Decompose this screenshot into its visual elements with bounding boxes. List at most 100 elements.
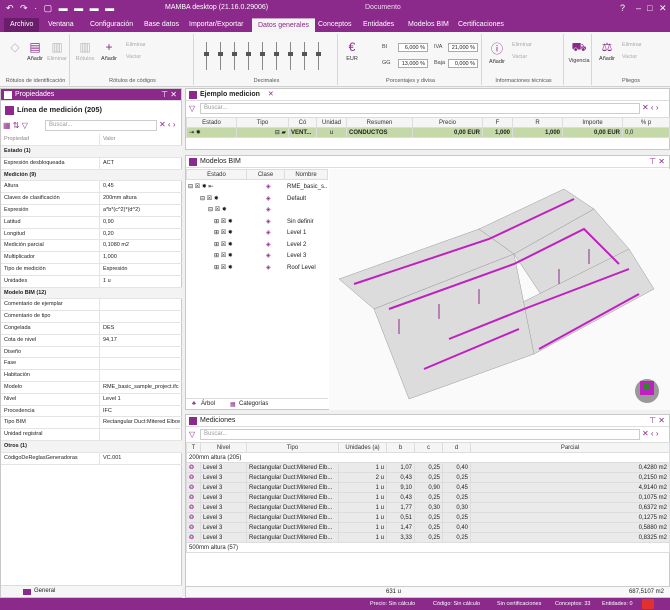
property-row[interactable]: Medición (9) xyxy=(1,169,182,182)
props-search-clear[interactable]: ✕ ‹ › xyxy=(159,120,175,129)
property-value[interactable]: 1 u xyxy=(103,276,180,287)
tree-row[interactable]: ⊞ ☒ ✸ ◈ Sin definir xyxy=(186,217,328,228)
property-row[interactable]: Altura 0,45 xyxy=(1,181,182,194)
decimal-slider[interactable] xyxy=(246,42,254,70)
col-nombre[interactable]: Nombre xyxy=(284,169,328,180)
filter-icon[interactable]: ▽ xyxy=(189,104,195,113)
property-row[interactable]: Multiplicador 1,000 xyxy=(1,252,182,264)
med-search-input[interactable]: Buscar... xyxy=(200,429,640,440)
property-row[interactable]: CódigoDeReglasGeneradoras VC.001 xyxy=(1,452,182,465)
tab-modelos-bim[interactable]: Modelos BIM xyxy=(402,18,455,32)
property-row[interactable]: Unidad registral xyxy=(1,429,182,441)
table-row[interactable]: ⇥ ✸ ⊟ ▰ VENT... u CONDUCTOS 0,00 EUR 1,0… xyxy=(186,127,670,138)
tree-row[interactable]: ⊟ ☒ ✸ ◈ xyxy=(186,205,328,216)
col-estado[interactable]: Estado xyxy=(186,169,247,180)
property-row[interactable]: Latitud 0,90 xyxy=(1,216,182,229)
delete-pliego-button[interactable]: Eliminar xyxy=(622,42,666,48)
decimal-slider[interactable] xyxy=(302,42,310,70)
tree-toggle-icons[interactable]: ⊞ ☒ ✸ xyxy=(214,217,233,228)
props-search-input[interactable]: Buscar... xyxy=(45,120,157,131)
property-value[interactable]: a*b*(c^2)*(d^2) xyxy=(103,205,180,216)
quick-access-toolbar[interactable]: ↶ ↷ · ▢ ▬ ▬ ▬ ▬ xyxy=(6,3,116,14)
property-value[interactable]: 0,20 xyxy=(103,229,180,240)
col-clase[interactable]: Clase xyxy=(246,169,285,180)
vigencia-button[interactable]: ⛟ Vigencia xyxy=(567,40,591,64)
view-cube-icon[interactable] xyxy=(635,379,659,403)
tree-toggle-icons[interactable]: ⊞ ☒ ✸ xyxy=(214,228,233,239)
rotulos-button[interactable]: ▥ Rótulos xyxy=(74,40,96,62)
table-row[interactable]: ❂ Level 3 Rectangular Duct:Mitered Elb... 1… xyxy=(186,532,670,543)
property-value[interactable]: IFC xyxy=(103,406,180,417)
property-value[interactable]: Level 1 xyxy=(103,394,180,405)
tree-toggle-icons[interactable]: ⊟ ☒ ✸ ⇤ xyxy=(188,182,213,193)
tab-conceptos[interactable]: Conceptos xyxy=(312,18,357,32)
tab-certificaciones[interactable]: Certificaciones xyxy=(452,18,510,32)
col-r[interactable]: R xyxy=(512,117,563,128)
tree-toggle-icons[interactable]: ⊞ ☒ ✸ xyxy=(214,251,233,262)
property-value[interactable]: 94,17 xyxy=(103,335,180,346)
col-d[interactable]: d xyxy=(442,442,471,453)
property-value[interactable]: 200mm altura xyxy=(103,193,180,204)
col-t[interactable]: T xyxy=(186,442,201,453)
tab-categorias[interactable]: Categorías xyxy=(239,401,268,407)
clear-pliego-button[interactable]: Vaciar xyxy=(622,54,666,60)
table-row[interactable]: ❂ Level 3 Rectangular Duct:Mitered Elb... 2… xyxy=(186,472,670,483)
tag-button[interactable]: ◇ xyxy=(6,40,24,56)
delete-codigo-button[interactable]: Eliminar xyxy=(126,42,160,48)
tree-row[interactable]: ⊞ ☒ ✸ ◈ Roof Level xyxy=(186,263,328,274)
property-value[interactable]: DES xyxy=(103,323,180,334)
tree-toggle-icons[interactable]: ⊞ ☒ ✸ xyxy=(214,240,233,251)
maximize-button[interactable]: □ xyxy=(647,3,652,13)
col-pct[interactable]: % p xyxy=(622,117,670,128)
table-row[interactable]: ❂ Level 3 Rectangular Duct:Mitered Elb... 1… xyxy=(186,482,670,493)
property-row[interactable]: Comentario de ejemplar xyxy=(1,299,182,312)
property-row[interactable]: Expresión a*b*(c^2)*(d^2) xyxy=(1,205,182,217)
pin-close-icon[interactable]: ⊤ ✕ xyxy=(649,415,665,427)
property-value[interactable]: 0,1080 m2 xyxy=(103,240,180,251)
property-value[interactable]: Rectangular Duct:Mitered Elbows xyxy=(103,417,180,428)
col-tipo[interactable]: Tipo xyxy=(236,117,289,128)
doc-tab[interactable]: Ejemplo medicion xyxy=(200,91,260,98)
pin-close-icon[interactable]: ⊤ ✕ xyxy=(161,89,177,101)
col-unidades[interactable]: Unidades (a) xyxy=(338,442,387,453)
bim-viewport[interactable] xyxy=(329,169,670,410)
property-row[interactable]: Claves de clasificación 200mm altura xyxy=(1,193,182,205)
alert-badge[interactable] xyxy=(642,599,654,609)
delete-info-button[interactable]: Eliminar xyxy=(512,42,560,48)
tab-ventana[interactable]: Ventana xyxy=(42,18,80,32)
add-info-button[interactable]: ⓘ Añadir xyxy=(486,40,508,65)
table-row[interactable]: ❂ Level 3 Rectangular Duct:Mitered Elb... 1… xyxy=(186,492,670,503)
iva-input[interactable]: 21,000 % xyxy=(448,43,478,52)
table-row[interactable]: ❂ Level 3 Rectangular Duct:Mitered Elb... 1… xyxy=(186,502,670,513)
tab-configuracion[interactable]: Configuración xyxy=(84,18,139,32)
general-tab[interactable]: General xyxy=(34,588,55,594)
decimal-slider[interactable] xyxy=(288,42,296,70)
props-toolbar[interactable]: ▦ ⇅ ▽ xyxy=(3,121,28,130)
decimal-slider[interactable] xyxy=(274,42,282,70)
decimal-slider[interactable] xyxy=(260,42,268,70)
tree-toggle-icons[interactable]: ⊟ ☒ ✸ xyxy=(200,194,219,205)
tree-row[interactable]: ⊟ ☒ ✸ ◈ Default xyxy=(186,194,328,205)
property-value[interactable]: VC.001 xyxy=(103,453,180,464)
property-row[interactable]: Longitud 0,20 xyxy=(1,228,182,241)
tab-archivo[interactable]: Archivo xyxy=(4,18,40,32)
tab-arbol[interactable]: Árbol xyxy=(201,401,215,407)
property-row[interactable]: Tipo de medición Expresión xyxy=(1,264,182,276)
property-row[interactable]: Cota de nivel 94,17 xyxy=(1,334,182,347)
col-b[interactable]: b xyxy=(386,442,415,453)
property-value[interactable]: 0,45 xyxy=(103,181,180,192)
property-row[interactable]: Procedencia IFC xyxy=(1,405,182,418)
property-row[interactable]: Expresión desbloqueada ACT xyxy=(1,157,182,170)
close-button[interactable]: ✕ xyxy=(659,3,667,14)
tab-base-datos[interactable]: Base datos xyxy=(138,18,185,32)
col-estado[interactable]: Estado xyxy=(186,117,237,128)
col-f[interactable]: F xyxy=(482,117,513,128)
tab-datos-generales[interactable]: Datos generales xyxy=(252,18,315,32)
decimal-slider[interactable] xyxy=(232,42,240,70)
col-precio[interactable]: Precio xyxy=(412,117,483,128)
baja-input[interactable]: 0,000 % xyxy=(448,59,478,68)
property-row[interactable]: Medición parcial 0,1080 m2 xyxy=(1,240,182,253)
table-row[interactable]: ❂ Level 3 Rectangular Duct:Mitered Elb... 1… xyxy=(186,522,670,533)
tree-row[interactable]: ⊞ ☒ ✸ ◈ Level 3 xyxy=(186,251,328,262)
property-value[interactable]: 0,90 xyxy=(103,217,180,228)
